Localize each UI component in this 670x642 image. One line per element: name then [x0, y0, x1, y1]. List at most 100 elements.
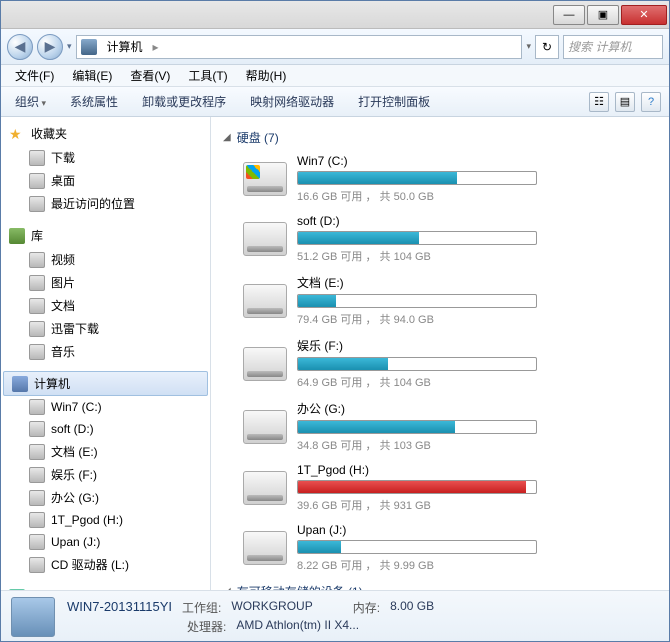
capacity-bar [297, 171, 537, 185]
sidebar-comp-item[interactable]: 文档 (E:) [1, 440, 210, 463]
navbar: ◀ ▶ ▾ 计算机 ▸ ▾ ↻ 搜索 计算机 [1, 29, 669, 65]
search-input[interactable]: 搜索 计算机 [563, 35, 663, 59]
maximize-button[interactable]: ▣ [587, 5, 619, 25]
drive-item[interactable]: 1T_Pgod (H:)39.6 GB 可用 ， 共 931 GB [243, 463, 657, 513]
item-label: soft (D:) [51, 422, 94, 436]
sidebar-libraries-header[interactable]: 库 [1, 223, 210, 248]
drive-stats: 79.4 GB 可用 ， 共 94.0 GB [297, 311, 557, 327]
sidebar-lib-item[interactable]: 音乐 [1, 340, 210, 363]
capacity-bar [297, 540, 537, 554]
refresh-button[interactable]: ↻ [535, 35, 559, 59]
close-button[interactable]: ✕ [621, 5, 667, 25]
sidebar-comp-item[interactable]: Upan (J:) [1, 531, 210, 553]
drive-icon [243, 222, 287, 256]
item-icon [29, 490, 45, 506]
menu-view[interactable]: 查看(V) [122, 65, 178, 86]
sidebar-fav-item[interactable]: 下载 [1, 146, 210, 169]
computer-large-icon [11, 597, 55, 637]
explorer-window: — ▣ ✕ ◀ ▶ ▾ 计算机 ▸ ▾ ↻ 搜索 计算机 文件(F) 编辑(E)… [0, 0, 670, 642]
sidebar-comp-item[interactable]: Win7 (C:) [1, 396, 210, 418]
sidebar-comp-item[interactable]: 1T_Pgod (H:) [1, 509, 210, 531]
menu-tools[interactable]: 工具(T) [180, 65, 235, 86]
history-dropdown[interactable]: ▾ [67, 41, 72, 52]
drive-item[interactable]: 办公 (G:) 34.8 GB 可用 ， 共 103 GB [243, 400, 657, 453]
sidebar-lib-item[interactable]: 文档 [1, 294, 210, 317]
drive-name: 办公 (G:) [297, 400, 557, 417]
menu-edit[interactable]: 编辑(E) [64, 65, 120, 86]
control-panel-button[interactable]: 打开控制面板 [352, 89, 436, 114]
item-label: 最近访问的位置 [51, 195, 135, 212]
address-dropdown[interactable]: ▾ [526, 41, 531, 52]
item-icon [29, 196, 45, 212]
star-icon: ★ [9, 126, 25, 142]
drive-name: soft (D:) [297, 214, 557, 228]
drive-stats: 34.8 GB 可用 ， 共 103 GB [297, 437, 557, 453]
item-icon [29, 467, 45, 483]
drive-name: 文档 (E:) [297, 274, 557, 291]
collapse-icon[interactable]: ◢ [223, 132, 231, 143]
item-label: 视频 [51, 251, 75, 268]
drive-icon [243, 284, 287, 318]
item-label: 图片 [51, 274, 75, 291]
breadcrumb[interactable]: 计算机 [101, 36, 149, 57]
titlebar[interactable]: — ▣ ✕ [1, 1, 669, 29]
breadcrumb-separator-icon[interactable]: ▸ [153, 40, 159, 54]
drive-name: 娱乐 (F:) [297, 337, 557, 354]
preview-pane-icon[interactable]: ▤ [615, 92, 635, 112]
menubar: 文件(F) 编辑(E) 查看(V) 工具(T) 帮助(H) [1, 65, 669, 87]
network-icon [9, 589, 25, 591]
sidebar-fav-item[interactable]: 最近访问的位置 [1, 192, 210, 215]
sidebar-comp-item[interactable]: 办公 (G:) [1, 486, 210, 509]
libraries-icon [9, 228, 25, 244]
menu-help[interactable]: 帮助(H) [238, 65, 295, 86]
drive-icon [243, 347, 287, 381]
organize-button[interactable]: 组织 [9, 89, 52, 114]
address-bar[interactable]: 计算机 ▸ [76, 35, 523, 59]
sidebar-comp-item[interactable]: 娱乐 (F:) [1, 463, 210, 486]
collapse-icon[interactable]: ◢ [223, 586, 231, 590]
drive-item[interactable]: Win7 (C:)16.6 GB 可用 ， 共 50.0 GB [243, 154, 657, 204]
capacity-bar [297, 231, 537, 245]
minimize-button[interactable]: — [553, 5, 585, 25]
sidebar-fav-item[interactable]: 桌面 [1, 169, 210, 192]
sidebar-favorites-header[interactable]: ★ 收藏夹 [1, 121, 210, 146]
drive-item[interactable]: soft (D:)51.2 GB 可用 ， 共 104 GB [243, 214, 657, 264]
cpu-label: 处理器: [187, 618, 226, 635]
item-label: 迅雷下载 [51, 320, 99, 337]
help-icon[interactable]: ? [641, 92, 661, 112]
drive-icon [243, 410, 287, 444]
uninstall-button[interactable]: 卸载或更改程序 [136, 89, 232, 114]
capacity-bar [297, 480, 537, 494]
content-pane: ◢ 硬盘 (7) Win7 (C:)16.6 GB 可用 ， 共 50.0 GB… [211, 117, 669, 590]
system-properties-button[interactable]: 系统属性 [64, 89, 124, 114]
view-mode-icon[interactable]: ☷ [589, 92, 609, 112]
sidebar-lib-item[interactable]: 图片 [1, 271, 210, 294]
menu-file[interactable]: 文件(F) [7, 65, 62, 86]
drive-name: 1T_Pgod (H:) [297, 463, 557, 477]
item-icon [29, 252, 45, 268]
sidebar-comp-item[interactable]: CD 驱动器 (L:) [1, 553, 210, 576]
computer-icon [81, 39, 97, 55]
forward-button[interactable]: ▶ [37, 34, 63, 60]
drive-name: Upan (J:) [297, 523, 557, 537]
back-button[interactable]: ◀ [7, 34, 33, 60]
item-label: 文档 [51, 297, 75, 314]
item-label: 文档 (E:) [51, 443, 98, 460]
item-label: 办公 (G:) [51, 489, 99, 506]
drive-item[interactable]: 文档 (E:) 79.4 GB 可用 ， 共 94.0 GB [243, 274, 657, 327]
item-icon [29, 534, 45, 550]
sidebar-lib-item[interactable]: 迅雷下载 [1, 317, 210, 340]
item-label: Upan (J:) [51, 535, 100, 549]
item-label: 下载 [51, 149, 75, 166]
drive-stats: 16.6 GB 可用 ， 共 50.0 GB [297, 188, 557, 204]
sidebar-computer-header[interactable]: 计算机 [3, 371, 208, 396]
drive-item[interactable]: Upan (J:)8.22 GB 可用 ， 共 9.99 GB [243, 523, 657, 573]
map-network-button[interactable]: 映射网络驱动器 [244, 89, 340, 114]
sidebar-comp-item[interactable]: soft (D:) [1, 418, 210, 440]
item-label: 桌面 [51, 172, 75, 189]
category-hard-disks[interactable]: ◢ 硬盘 (7) [223, 129, 657, 146]
sidebar-network-header[interactable]: 网络 [1, 584, 210, 590]
category-removable[interactable]: ◢ 有可移动存储的设备 (1) [223, 583, 657, 590]
sidebar-lib-item[interactable]: 视频 [1, 248, 210, 271]
drive-item[interactable]: 娱乐 (F:)64.9 GB 可用 ， 共 104 GB [243, 337, 657, 390]
